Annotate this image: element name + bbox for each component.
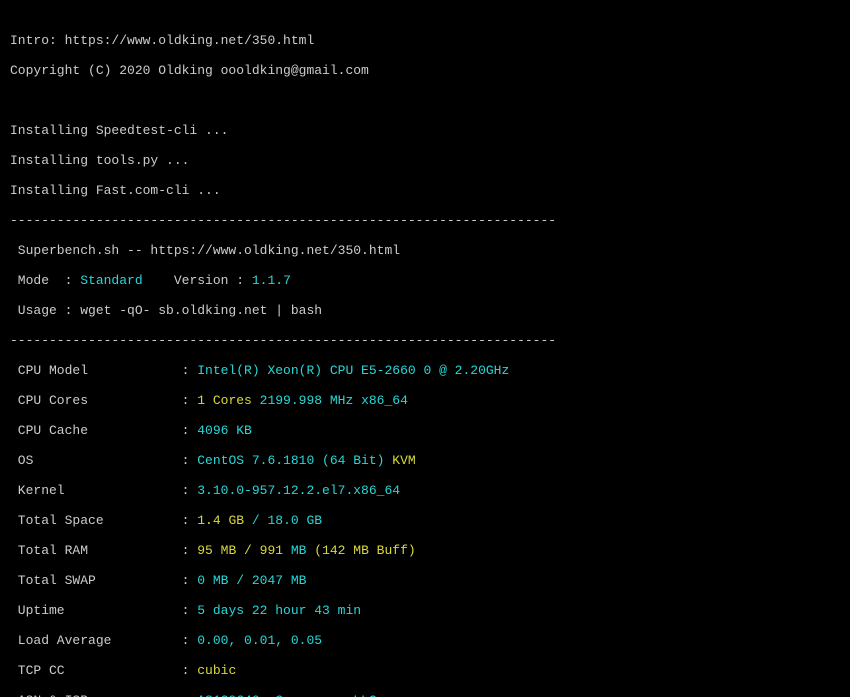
virt-value: KVM bbox=[392, 453, 415, 468]
separator-line: ----------------------------------------… bbox=[10, 213, 840, 228]
cpu-cache-line: CPU Cache : 4096 KB bbox=[10, 423, 840, 438]
title-line: Superbench.sh -- https://www.oldking.net… bbox=[10, 243, 840, 258]
space-total: 18.0 GB bbox=[267, 513, 322, 528]
blank-line bbox=[10, 93, 840, 108]
asn-line: ASN & ISP : AS139640, Cnservers LLC bbox=[10, 693, 840, 697]
install-line: Installing tools.py ... bbox=[10, 153, 840, 168]
load-line: Load Average : 0.00, 0.01, 0.05 bbox=[10, 633, 840, 648]
ram-line: Total RAM : 95 MB / 991 MB (142 MB Buff) bbox=[10, 543, 840, 558]
space-used: 1.4 GB bbox=[197, 513, 252, 528]
version-value: 1.1.7 bbox=[252, 273, 291, 288]
kernel-line: Kernel : 3.10.0-957.12.2.el7.x86_64 bbox=[10, 483, 840, 498]
mode-value: Standard bbox=[80, 273, 142, 288]
kernel-value: 3.10.0-957.12.2.el7.x86_64 bbox=[197, 483, 400, 498]
swap-line: Total SWAP : 0 MB / 2047 MB bbox=[10, 573, 840, 588]
copyright-line: Copyright (C) 2020 Oldking oooldking@gma… bbox=[10, 63, 840, 78]
install-line: Installing Speedtest-cli ... bbox=[10, 123, 840, 138]
load-value: 0.00, 0.01, 0.05 bbox=[197, 633, 322, 648]
usage-line: Usage : wget -qO- sb.oldking.net | bash bbox=[10, 303, 840, 318]
tcpcc-value: cubic bbox=[197, 663, 236, 678]
cpu-model-line: CPU Model : Intel(R) Xeon(R) CPU E5-2660… bbox=[10, 363, 840, 378]
terminal-output: Intro: https://www.oldking.net/350.html … bbox=[0, 0, 850, 697]
cpu-cores-line: CPU Cores : 1 Cores 2199.998 MHz x86_64 bbox=[10, 393, 840, 408]
ram-used: 95 MB / 991 bbox=[197, 543, 291, 558]
swap-value: 0 MB / 2047 MB bbox=[197, 573, 306, 588]
uptime-line: Uptime : 5 days 22 hour 43 min bbox=[10, 603, 840, 618]
ram-buff: (142 MB Buff) bbox=[314, 543, 415, 558]
cpu-model-value: Intel(R) Xeon(R) CPU E5-2660 0 @ 2.20GHz bbox=[197, 363, 509, 378]
separator-line: ----------------------------------------… bbox=[10, 333, 840, 348]
cpu-cache-value: 4096 KB bbox=[197, 423, 252, 438]
tcpcc-line: TCP CC : cubic bbox=[10, 663, 840, 678]
mode-line: Mode : Standard Version : 1.1.7 bbox=[10, 273, 840, 288]
uptime-value: 5 days 22 hour 43 min bbox=[197, 603, 361, 618]
install-line: Installing Fast.com-cli ... bbox=[10, 183, 840, 198]
os-value: CentOS 7.6.1810 (64 Bit) bbox=[197, 453, 392, 468]
asn-value: AS139640, Cnservers LLC bbox=[197, 693, 376, 697]
space-line: Total Space : 1.4 GB / 18.0 GB bbox=[10, 513, 840, 528]
intro-line: Intro: https://www.oldking.net/350.html bbox=[10, 33, 840, 48]
os-line: OS : CentOS 7.6.1810 (64 Bit) KVM bbox=[10, 453, 840, 468]
cpu-cores-value: 1 Cores bbox=[197, 393, 259, 408]
